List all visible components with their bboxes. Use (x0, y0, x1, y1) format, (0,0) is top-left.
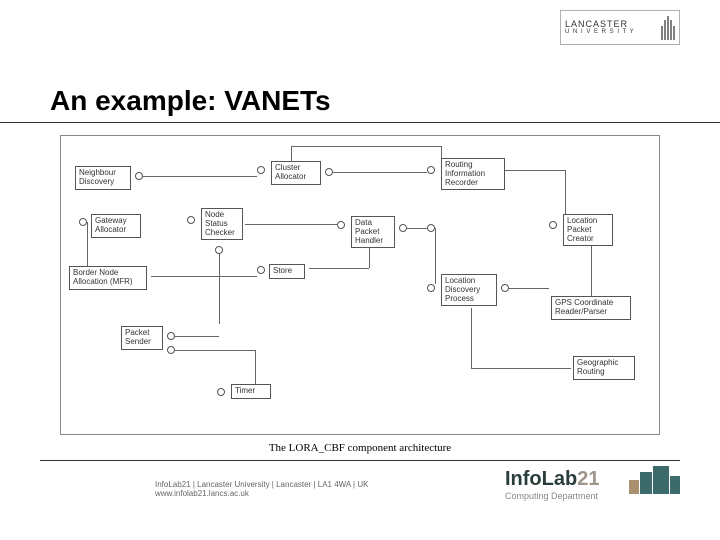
slide-title: An example: VANETs (50, 85, 331, 117)
port-icon (427, 224, 435, 232)
wire (151, 276, 257, 277)
comp-timer: Timer (231, 384, 271, 399)
port-icon (399, 224, 407, 232)
diagram-caption: The LORA_CBF component architecture (0, 442, 720, 454)
footer-divider (40, 460, 680, 461)
university-name: LANCASTER (565, 20, 635, 29)
wire (245, 224, 337, 225)
wire (175, 350, 255, 351)
footer-url: www.infolab21.lancs.ac.uk (155, 489, 368, 498)
logo-bars-icon (661, 16, 675, 40)
comp-border-node: Border Node Allocation (MFR) (69, 266, 147, 290)
port-icon (427, 284, 435, 292)
port-icon (257, 266, 265, 274)
architecture-diagram: Neighbour Discovery Gateway Allocator Bo… (60, 135, 660, 435)
port-icon (427, 166, 435, 174)
title-underline (0, 122, 720, 123)
comp-gps: GPS Coordinate Reader/Parser (551, 296, 631, 320)
wire (291, 146, 371, 147)
port-icon (257, 166, 265, 174)
port-icon (135, 172, 143, 180)
comp-location-discovery: Location Discovery Process (441, 274, 497, 306)
comp-neighbour-discovery: Neighbour Discovery (75, 166, 131, 190)
comp-store: Store (269, 264, 305, 279)
wire (407, 228, 427, 229)
wire (471, 368, 571, 369)
port-icon (167, 332, 175, 340)
wire (371, 146, 441, 147)
comp-packet-sender: Packet Sender (121, 326, 163, 350)
comp-data-packet: Data Packet Handler (351, 216, 395, 248)
wire (369, 248, 370, 268)
comp-gateway-allocator: Gateway Allocator (91, 214, 141, 238)
logo-text-block: LANCASTER U N I V E R S I T Y (565, 20, 635, 35)
wire (175, 336, 219, 337)
port-icon (501, 284, 509, 292)
wire (441, 146, 442, 158)
wire (435, 228, 436, 284)
footer-address: InfoLab21 | Lancaster University | Lanca… (155, 480, 368, 498)
port-icon (79, 218, 87, 226)
comp-geographic-routing: Geographic Routing (573, 356, 635, 380)
wire (219, 254, 220, 324)
brand-number: 21 (577, 468, 599, 490)
wire (309, 268, 369, 269)
wire (565, 170, 566, 214)
wire (591, 246, 592, 296)
brand-text: InfoLab (505, 468, 577, 490)
wire (143, 176, 257, 177)
comp-node-status: Node Status Checker (201, 208, 243, 240)
wire (255, 350, 256, 384)
lancaster-logo: LANCASTER U N I V E R S I T Y (560, 10, 680, 45)
wire (291, 146, 292, 161)
wire (505, 170, 565, 171)
infolab-logo: InfoLab21 Computing Department (505, 466, 680, 521)
port-icon (167, 346, 175, 354)
comp-routing-info: Routing Information Recorder (441, 158, 505, 190)
comp-cluster-allocator: Cluster Allocator (271, 161, 321, 185)
port-icon (187, 216, 195, 224)
port-icon (549, 221, 557, 229)
wire (87, 222, 88, 266)
university-sub: U N I V E R S I T Y (565, 29, 635, 35)
comp-location-packet: Location Packet Creator (563, 214, 613, 246)
port-icon (337, 221, 345, 229)
wire (509, 288, 549, 289)
port-icon (215, 246, 223, 254)
port-icon (325, 168, 333, 176)
buildings-icon (629, 466, 680, 494)
wire (471, 308, 472, 368)
wire (333, 172, 427, 173)
footer-address-line: InfoLab21 | Lancaster University | Lanca… (155, 480, 368, 489)
port-icon (217, 388, 225, 396)
